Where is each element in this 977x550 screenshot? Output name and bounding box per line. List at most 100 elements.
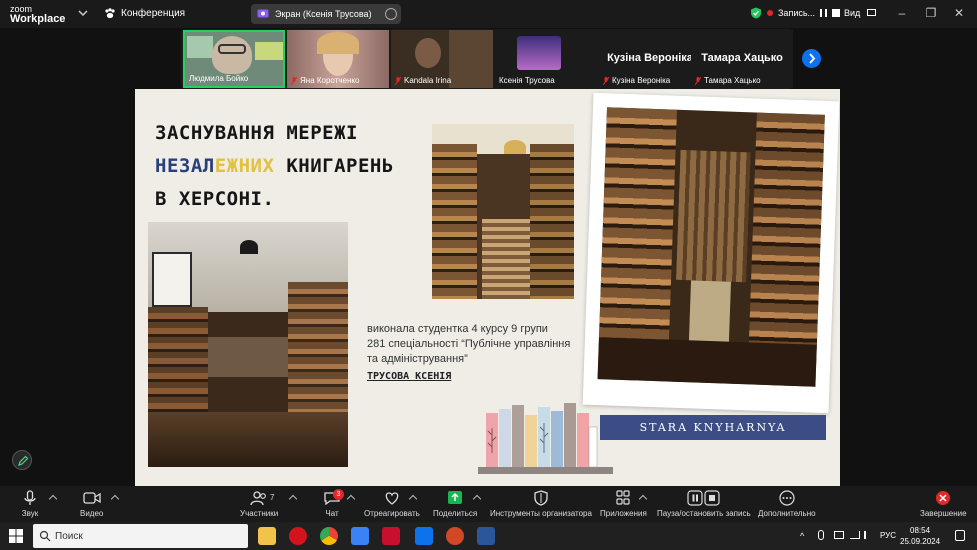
audio-button[interactable]: Звук <box>20 490 40 518</box>
grid-icon <box>866 9 876 16</box>
participants-options-caret[interactable] <box>288 494 298 504</box>
notifications-icon[interactable] <box>955 530 965 541</box>
annotate-button[interactable] <box>12 450 32 470</box>
author-name: ТРУСОВА КСЕНІЯ <box>367 371 452 382</box>
share-screen-icon <box>257 9 269 18</box>
glasses <box>218 44 246 54</box>
chevron-down-icon[interactable] <box>78 8 88 18</box>
language-indicator[interactable]: РУС <box>880 531 896 540</box>
participant-tile[interactable]: Яна Коротченко <box>287 30 389 88</box>
tray-chevron-icon[interactable]: ^ <box>800 531 804 541</box>
camera-icon <box>83 492 101 504</box>
view-menu[interactable]: Вид <box>844 8 876 18</box>
mic-tray-icon[interactable] <box>818 530 824 540</box>
participants-icon <box>250 491 266 506</box>
heart-icon <box>385 492 399 505</box>
pause-stop-icon <box>687 490 720 506</box>
share-arrow-icon <box>448 491 463 504</box>
participant-tile[interactable]: Ксенія Трусова <box>495 30 597 88</box>
participant-tile[interactable]: Людмила Бойко <box>183 30 285 88</box>
stop-icon[interactable] <box>832 9 841 17</box>
chevron-right-icon <box>809 53 816 64</box>
tile-background <box>449 30 493 88</box>
chat-options-caret[interactable] <box>346 494 356 504</box>
next-page-button[interactable] <box>802 49 821 68</box>
react-button[interactable]: Отреагировать <box>364 490 420 518</box>
file-explorer-icon[interactable] <box>258 527 276 545</box>
bookstore-photo-left <box>148 222 348 467</box>
volume-icon[interactable] <box>864 531 874 539</box>
participant-face <box>212 36 252 74</box>
participant-tile[interactable]: Тамара Хацько Тамара Хацько <box>691 30 793 88</box>
audio-options-caret[interactable] <box>48 494 58 504</box>
participant-tile[interactable]: Kandala Irina <box>391 30 493 88</box>
mic-muted-icon <box>395 76 401 85</box>
participant-name: Kandala Irina <box>395 76 451 85</box>
more-button[interactable]: Дополнительно <box>758 490 816 518</box>
zoom-taskbar-icon[interactable] <box>415 527 433 545</box>
network-icon[interactable] <box>834 531 844 539</box>
shared-slide: ЗАСНУВАННЯ МЕРЕЖІ НЕЗАЛЕЖНИХ КНИГАРЕНЬ В… <box>135 89 840 486</box>
bookstore-photo-right <box>597 107 825 387</box>
pencil-icon <box>18 455 29 466</box>
participant-tile[interactable]: Кузіна Вероніка Кузіна Вероніка <box>599 30 701 88</box>
paw-icon <box>105 8 115 19</box>
participants-count: 7 <box>270 493 275 502</box>
participant-name: Ксенія Трусова <box>499 76 555 85</box>
search-icon <box>39 530 51 542</box>
mic-muted-icon <box>603 76 609 85</box>
end-meeting-button[interactable]: Завершение <box>920 490 967 518</box>
share-button[interactable]: Поделиться <box>433 490 477 518</box>
taskbar-search[interactable]: Поиск <box>33 524 248 548</box>
restore-icon[interactable]: ❐ <box>924 6 938 20</box>
slide-banner: STARA KNYHARNYA <box>600 415 826 440</box>
shield-check-icon <box>751 7 761 19</box>
minimize-icon[interactable]: – <box>895 6 909 20</box>
participant-display-name: Тамара Хацько <box>701 52 783 64</box>
apps-icon <box>616 490 631 505</box>
participant-strip: Людмила Бойко Яна Коротченко Kandala Iri… <box>181 29 793 89</box>
word-icon[interactable] <box>477 527 495 545</box>
windows-taskbar: Поиск ^ РУС 08:54 25.09.2024 <box>0 522 977 550</box>
slide-title: ЗАСНУВАННЯ МЕРЕЖІ НЕЗАЛЕЖНИХ КНИГАРЕНЬ В… <box>155 122 394 210</box>
record-dot-icon <box>767 10 773 16</box>
recording-status[interactable]: Запись... <box>750 7 841 19</box>
screen-share-indicator[interactable]: Экран (Ксенія Трусова) <box>251 4 401 24</box>
meeting-menu[interactable]: Конференция <box>104 8 185 19</box>
participant-face <box>415 38 441 68</box>
polaroid-frame <box>582 92 840 414</box>
chrome-icon[interactable] <box>320 527 338 545</box>
powerpoint-icon[interactable] <box>446 527 464 545</box>
video-options-caret[interactable] <box>110 494 120 504</box>
shield-icon <box>534 490 548 506</box>
video-button[interactable]: Видео <box>80 490 103 518</box>
participant-name: Людмила Бойко <box>189 74 249 83</box>
store-icon[interactable] <box>351 527 369 545</box>
windows-start-icon[interactable] <box>9 529 23 543</box>
tile-background <box>187 36 213 58</box>
stop-view-icon[interactable] <box>385 8 397 20</box>
books-illustration <box>478 403 613 474</box>
participant-name: Тамара Хацько <box>695 76 761 85</box>
acrobat-icon[interactable] <box>382 527 400 545</box>
host-tools-button[interactable]: Инструменты организатора <box>490 490 592 518</box>
participant-name: Яна Коротченко <box>291 76 359 85</box>
mic-muted-icon <box>291 76 297 85</box>
pause-record-button[interactable]: Пауза/остановить запись <box>657 490 751 518</box>
close-icon[interactable]: ✕ <box>952 6 966 20</box>
pause-icon[interactable] <box>820 9 828 17</box>
participant-avatar <box>517 36 561 70</box>
participant-hair <box>317 32 359 54</box>
participant-display-name: Кузіна Вероніка <box>607 52 693 64</box>
wifi-icon[interactable] <box>850 531 860 539</box>
credit-text: виконала студентка 4 курсу 9 групи 281 с… <box>367 323 571 365</box>
bookstore-photo-middle <box>432 124 574 299</box>
tile-background <box>255 42 283 60</box>
taskbar-clock[interactable]: 08:54 25.09.2024 <box>900 525 940 547</box>
end-icon <box>936 491 951 505</box>
top-bar: zoom Workplace Конференция Экран (Ксенія… <box>0 0 977 28</box>
opera-icon[interactable] <box>289 527 307 545</box>
microphone-icon <box>24 490 36 505</box>
mic-muted-icon <box>695 76 701 85</box>
apps-button[interactable]: Приложения <box>600 490 647 518</box>
